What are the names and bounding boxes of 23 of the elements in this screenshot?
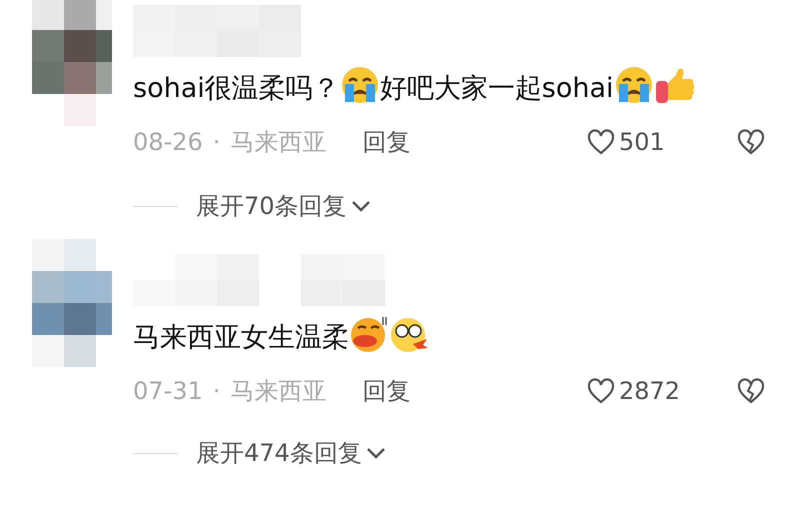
expand-replies-link[interactable]: 展开474条回复 [196,437,386,469]
reply-link[interactable]: 回复 [362,375,410,407]
broken-heart-icon[interactable] [737,378,765,404]
heart-icon [587,129,615,155]
comment-location: 马来西亚 [230,127,326,158]
comment-date: 08-26 [133,128,203,156]
broken-heart-icon[interactable] [737,129,765,155]
like-button[interactable]: 2872 [587,377,687,405]
heart-icon [587,378,615,404]
crying-face-icon [614,65,654,105]
comment-location: 马来西亚 [230,376,326,407]
reply-link[interactable]: 回复 [362,126,410,158]
like-button[interactable]: 501 [587,128,687,156]
kissing-face-icon [349,314,389,354]
chevron-down-icon [350,200,371,212]
comment-date: 07-31 [133,377,203,405]
comment-text: sohai很温柔吗？ 好吧大家一起sohai [133,65,733,112]
dot-separator: · [212,128,220,156]
expand-replies-link[interactable]: 展开70条回复 [196,190,371,222]
crying-face-icon [340,65,380,105]
dot-separator: · [212,377,220,405]
comment-text: 马来西亚女生温柔 [133,314,733,361]
chevron-down-icon [366,447,386,459]
